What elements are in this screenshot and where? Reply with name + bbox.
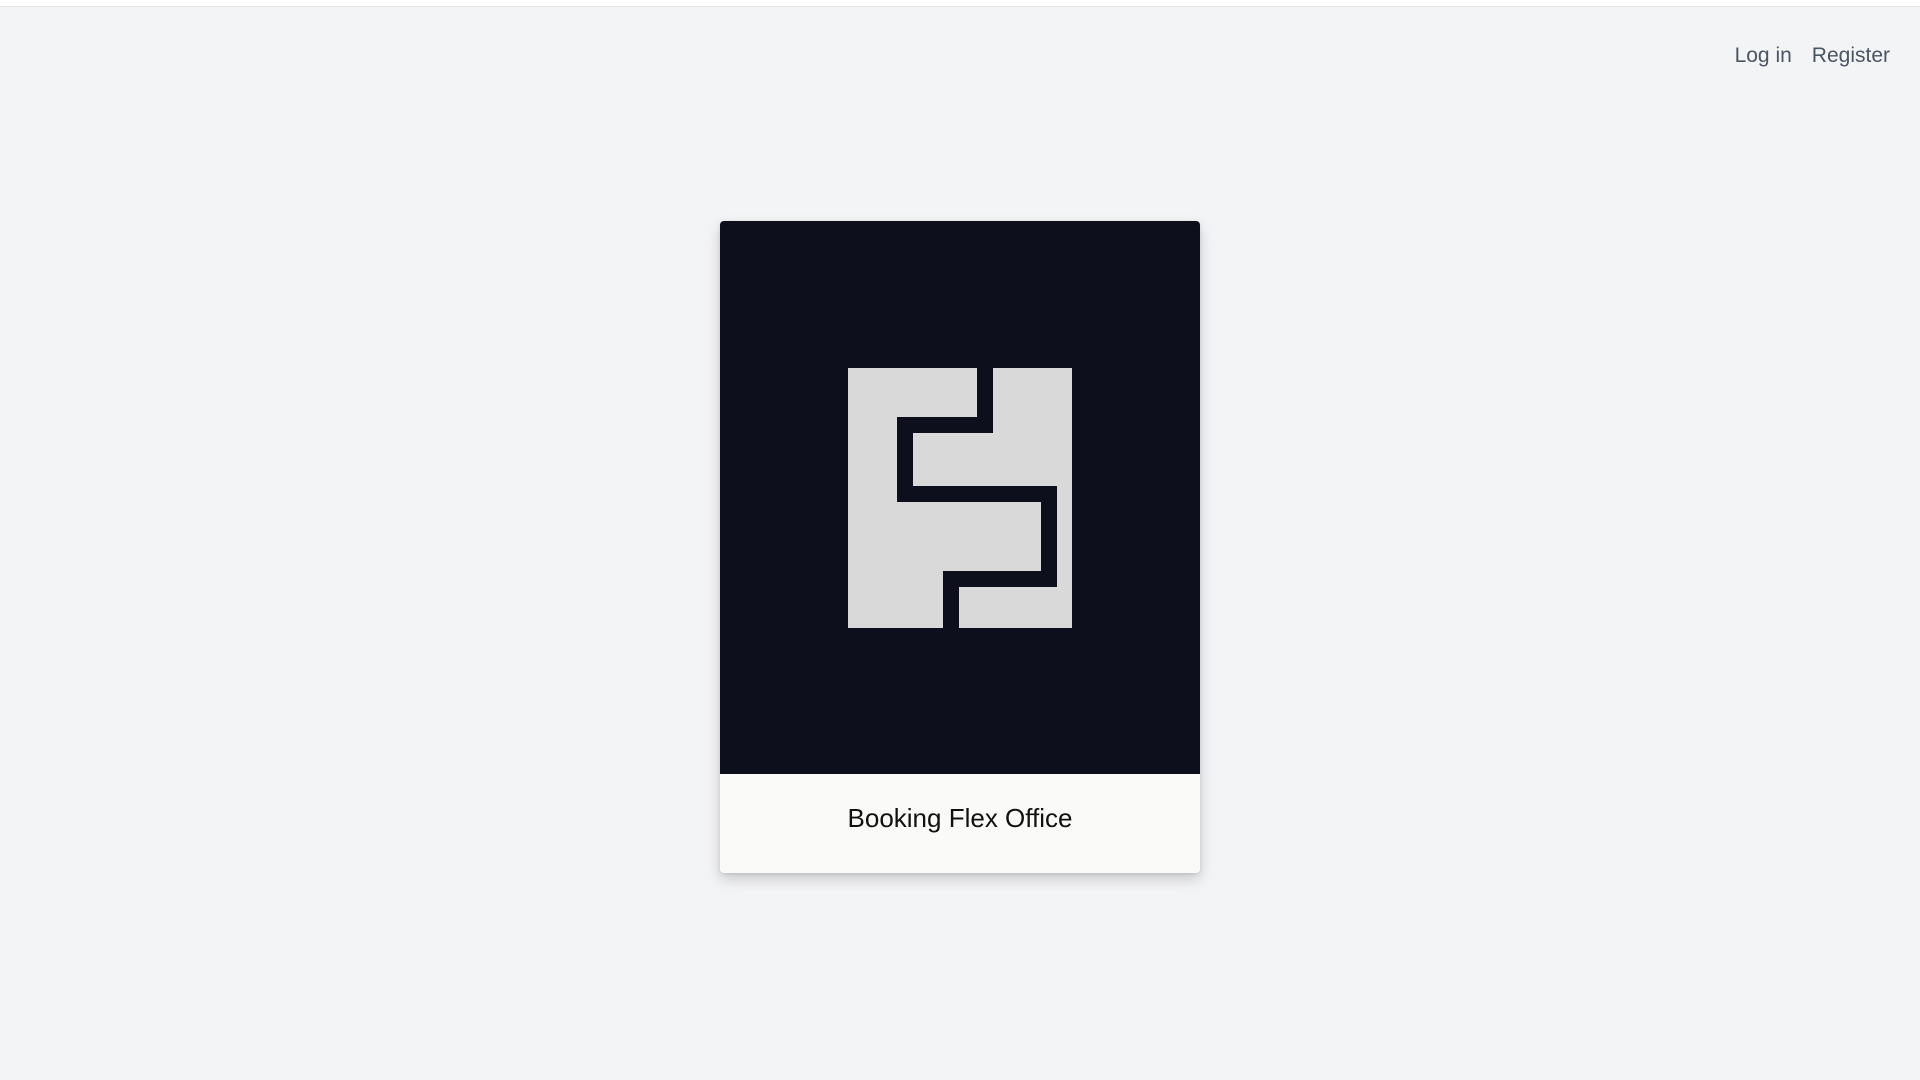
app-card[interactable]: Booking Flex Office	[720, 221, 1200, 873]
register-link[interactable]: Register	[1812, 44, 1890, 68]
login-link[interactable]: Log in	[1735, 44, 1792, 68]
top-strip	[0, 0, 1920, 7]
card-title: Booking Flex Office	[847, 803, 1073, 833]
card-image	[720, 221, 1200, 774]
card-footer: Booking Flex Office	[720, 774, 1200, 873]
top-nav: Log in Register	[1735, 44, 1890, 68]
page: Log in Register Booking Flex Office	[0, 0, 1920, 1080]
flex-office-logo-icon	[848, 368, 1072, 628]
